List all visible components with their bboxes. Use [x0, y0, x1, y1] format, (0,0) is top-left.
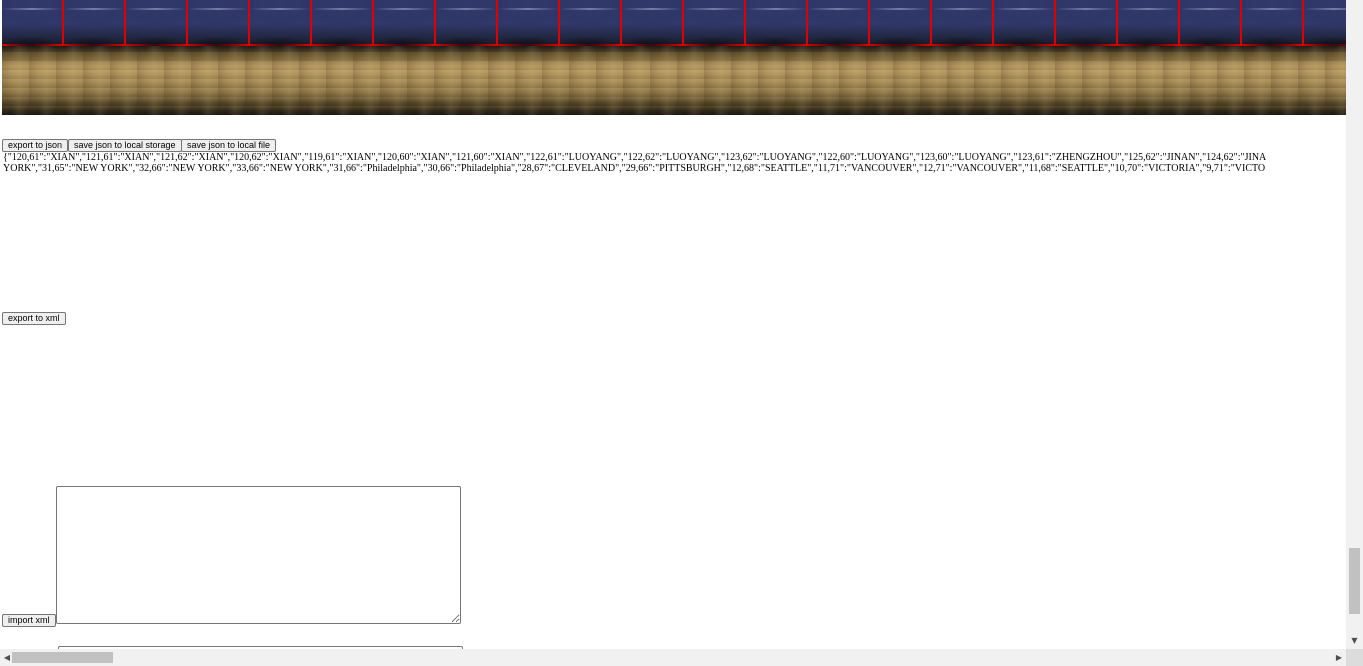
page: export to json save json to local storag… [0, 0, 1363, 666]
sea-tile[interactable] [248, 0, 312, 46]
save-json-local-storage-button[interactable]: save json to local storage [68, 139, 182, 152]
sea-tile[interactable] [372, 0, 436, 46]
sea-tile[interactable] [682, 0, 746, 46]
json-output: {"120,61":"XIAN","121,61":"XIAN","121,62… [3, 152, 1346, 174]
sea-tile[interactable] [1240, 0, 1304, 46]
sea-tile[interactable] [806, 0, 870, 46]
sea-tile[interactable] [496, 0, 560, 46]
sea-tile[interactable] [186, 0, 250, 46]
vertical-scrollbar[interactable]: ▼ [1346, 0, 1363, 649]
sea-tile[interactable] [620, 0, 684, 46]
sea-tile[interactable] [992, 0, 1056, 46]
sea-tile[interactable] [868, 0, 932, 46]
xml-import-textarea[interactable] [56, 486, 461, 624]
export-json-button[interactable]: export to json [2, 139, 69, 152]
horizontal-scrollbar[interactable]: ◀ ▶ [0, 649, 1346, 666]
scrollbar-corner [1346, 649, 1363, 666]
sea-tile[interactable] [930, 0, 994, 46]
vertical-scrollbar-thumb[interactable] [1349, 548, 1360, 614]
sea-tile[interactable] [1116, 0, 1180, 46]
map-tile-strip[interactable] [2, 0, 1346, 115]
scroll-down-arrow-icon[interactable]: ▼ [1346, 632, 1363, 649]
sea-tile[interactable] [558, 0, 622, 46]
sea-tile[interactable] [1054, 0, 1118, 46]
sea-tile[interactable] [1178, 0, 1242, 46]
json-output-line: YORK","31,65":"NEW YORK","32,66":"NEW YO… [3, 163, 1266, 174]
horizontal-scrollbar-thumb[interactable] [12, 652, 113, 663]
scroll-right-arrow-icon[interactable]: ▶ [1332, 649, 1346, 666]
sea-tile[interactable] [62, 0, 126, 46]
import-xml-button[interactable]: import xml [2, 614, 56, 627]
sea-tile[interactable] [744, 0, 808, 46]
sea-tile-row[interactable] [2, 0, 1346, 46]
sea-tile[interactable] [1302, 0, 1346, 46]
sea-tile[interactable] [434, 0, 498, 46]
sea-tile[interactable] [124, 0, 188, 46]
ground-tile-row[interactable] [2, 46, 1346, 115]
sea-tile[interactable] [2, 0, 64, 46]
export-xml-button[interactable]: export to xml [2, 312, 66, 325]
sea-tile[interactable] [310, 0, 374, 46]
save-json-local-file-button[interactable]: save json to local file [181, 139, 277, 152]
json-output-line: {"120,61":"XIAN","121,61":"XIAN","121,62… [3, 152, 1267, 163]
